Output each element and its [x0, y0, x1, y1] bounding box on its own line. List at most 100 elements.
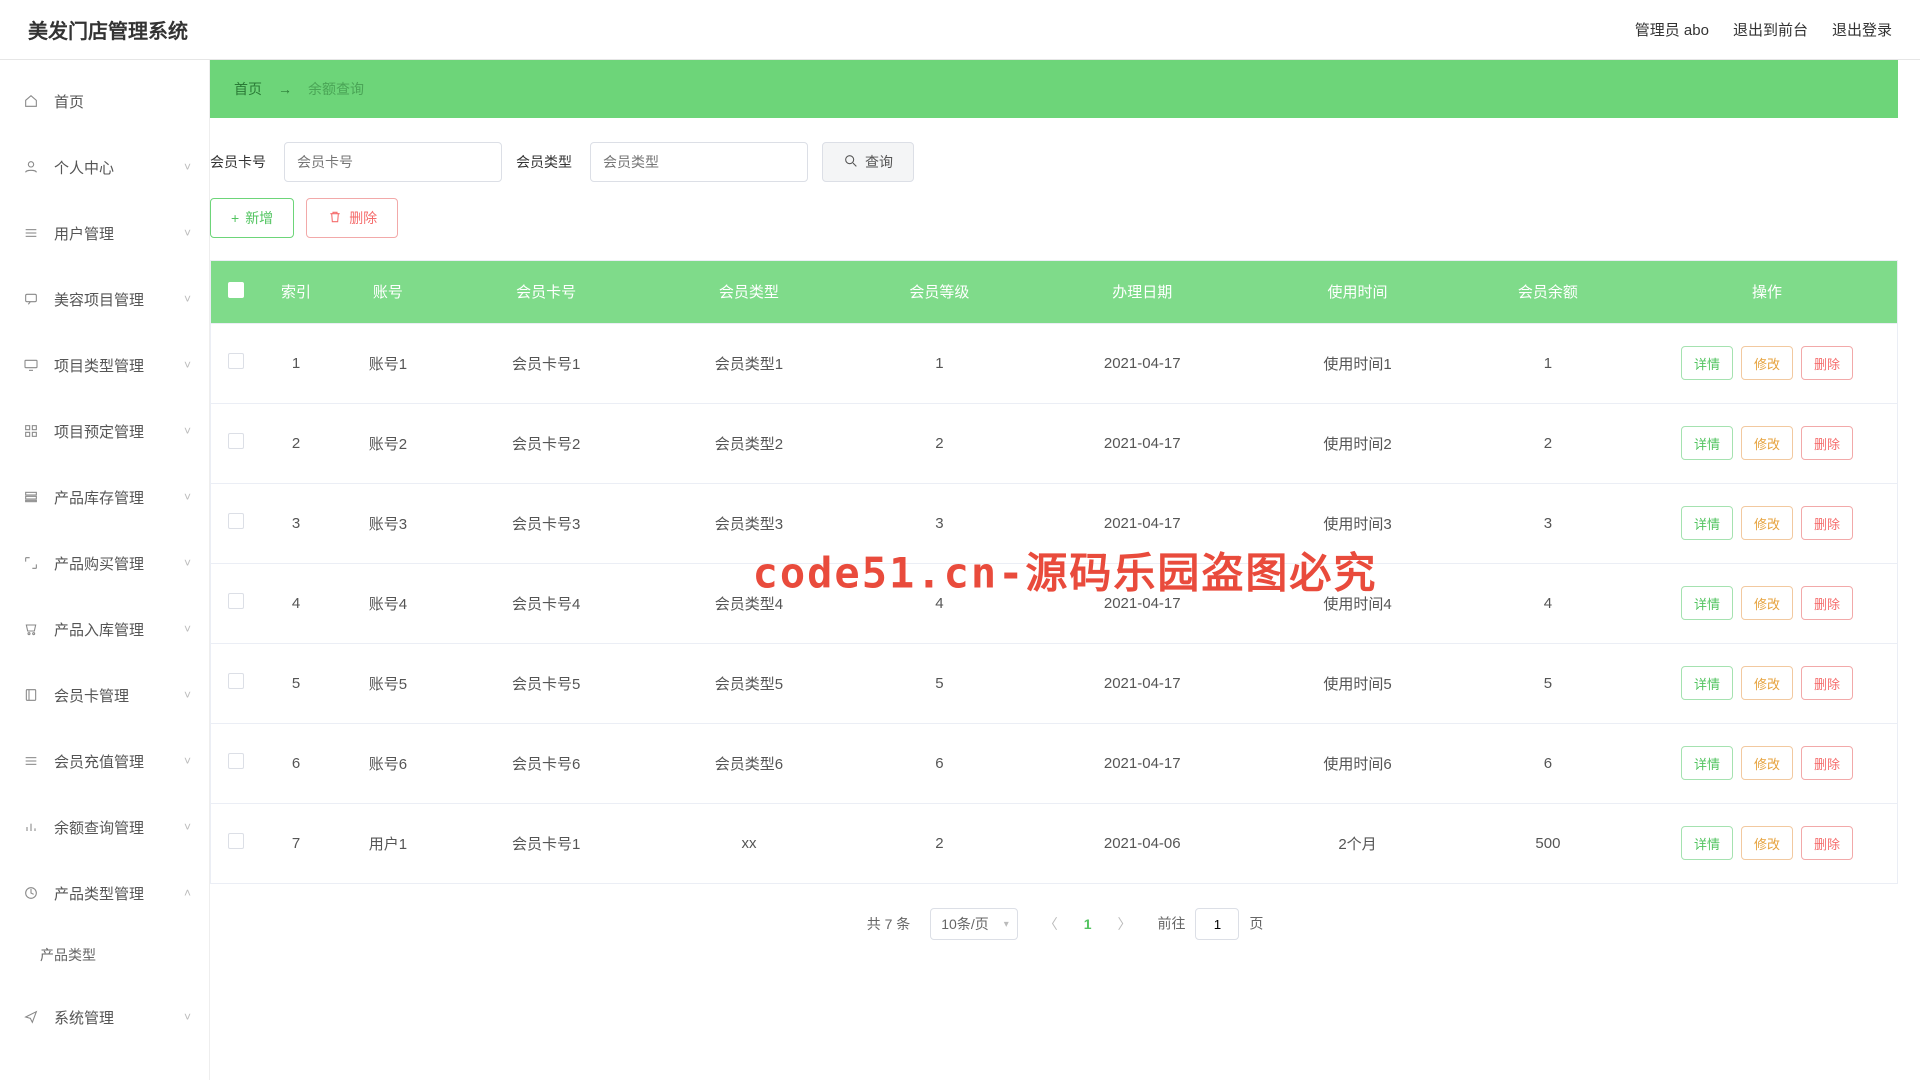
action-bar: + 新增 删除 [210, 198, 1898, 260]
row-delete-button[interactable]: 删除 [1801, 586, 1853, 620]
sidebar-item-10[interactable]: 会员充值管理˅ [0, 728, 209, 794]
chart-icon [22, 818, 40, 836]
row-checkbox[interactable] [228, 513, 244, 529]
edit-button[interactable]: 修改 [1741, 746, 1793, 780]
select-all-checkbox[interactable] [228, 282, 244, 298]
sidebar-item-4[interactable]: 项目类型管理˅ [0, 332, 209, 398]
chevron-down-icon: ˅ [184, 622, 191, 636]
detail-button[interactable]: 详情 [1681, 346, 1733, 380]
cell-date: 2021-04-17 [1028, 723, 1256, 803]
cell-time: 使用时间1 [1256, 323, 1459, 403]
search-button[interactable]: 查询 [822, 142, 914, 182]
edit-button[interactable]: 修改 [1741, 666, 1793, 700]
cell-level: 2 [850, 403, 1028, 483]
cell-date: 2021-04-06 [1028, 803, 1256, 883]
filter-card-input[interactable] [284, 142, 502, 182]
delete-button[interactable]: 删除 [306, 198, 398, 238]
col-header-0: 索引 [261, 261, 331, 323]
sidebar-item-label: 首页 [54, 91, 191, 112]
breadcrumb-home[interactable]: 首页 [234, 79, 262, 99]
sidebar-item-8[interactable]: 产品入库管理˅ [0, 596, 209, 662]
sidebar-item-label: 产品购买管理 [54, 553, 184, 574]
row-checkbox[interactable] [228, 753, 244, 769]
detail-button[interactable]: 详情 [1681, 426, 1733, 460]
sidebar-item-12[interactable]: 产品类型管理˄ [0, 860, 209, 926]
row-actions: 详情修改删除 [1637, 666, 1897, 700]
row-checkbox[interactable] [228, 673, 244, 689]
filter-type-input[interactable] [590, 142, 808, 182]
page-size-select[interactable]: 10条/页 [930, 908, 1017, 940]
exit-front-link[interactable]: 退出到前台 [1733, 19, 1808, 40]
cell-card: 会员卡号1 [445, 803, 648, 883]
chat-icon [22, 290, 40, 308]
row-delete-button[interactable]: 删除 [1801, 426, 1853, 460]
detail-button[interactable]: 详情 [1681, 506, 1733, 540]
cell-card: 会员卡号5 [445, 643, 648, 723]
edit-button[interactable]: 修改 [1741, 426, 1793, 460]
row-checkbox[interactable] [228, 353, 244, 369]
prev-page-icon[interactable]: 〈 [1038, 914, 1064, 934]
table-row: 1账号1会员卡号1会员类型112021-04-17使用时间11详情修改删除 [211, 323, 1897, 403]
admin-label[interactable]: 管理员 abo [1635, 19, 1709, 40]
cell-acct: 账号4 [331, 563, 445, 643]
cell-type: 会员类型1 [648, 323, 851, 403]
row-delete-button[interactable]: 删除 [1801, 746, 1853, 780]
filter-bar: 会员卡号 会员类型 查询 [210, 118, 1898, 198]
row-delete-button[interactable]: 删除 [1801, 826, 1853, 860]
row-delete-button[interactable]: 删除 [1801, 346, 1853, 380]
sidebar: 首页个人中心˅用户管理˅美容项目管理˅项目类型管理˅项目预定管理˅产品库存管理˅… [0, 60, 210, 1080]
row-actions: 详情修改删除 [1637, 506, 1897, 540]
pagination-total: 共 7 条 [867, 914, 911, 934]
sidebar-item-1[interactable]: 个人中心˅ [0, 134, 209, 200]
row-checkbox[interactable] [228, 833, 244, 849]
detail-button[interactable]: 详情 [1681, 666, 1733, 700]
edit-button[interactable]: 修改 [1741, 586, 1793, 620]
cell-acct: 用户1 [331, 803, 445, 883]
next-page-icon[interactable]: 〉 [1112, 914, 1138, 934]
chevron-down-icon: ˅ [184, 556, 191, 570]
sidebar-item-label: 余额查询管理 [54, 817, 184, 838]
goto-page-input[interactable] [1195, 908, 1239, 940]
sidebar-item-13[interactable]: 系统管理˅ [0, 984, 209, 1050]
sidebar-item-2[interactable]: 用户管理˅ [0, 200, 209, 266]
cell-level: 6 [850, 723, 1028, 803]
sidebar-subitem[interactable]: 产品类型 [0, 926, 209, 984]
sidebar-item-9[interactable]: 会员卡管理˅ [0, 662, 209, 728]
logout-link[interactable]: 退出登录 [1832, 19, 1892, 40]
table-body: 1账号1会员卡号1会员类型112021-04-17使用时间11详情修改删除2账号… [211, 323, 1897, 883]
detail-button[interactable]: 详情 [1681, 826, 1733, 860]
detail-button[interactable]: 详情 [1681, 746, 1733, 780]
edit-button[interactable]: 修改 [1741, 826, 1793, 860]
row-checkbox[interactable] [228, 433, 244, 449]
row-actions: 详情修改删除 [1637, 586, 1897, 620]
sidebar-item-label: 系统管理 [54, 1007, 184, 1028]
sidebar-item-0[interactable]: 首页 [0, 68, 209, 134]
row-delete-button[interactable]: 删除 [1801, 666, 1853, 700]
row-checkbox[interactable] [228, 593, 244, 609]
col-header-3: 会员类型 [648, 261, 851, 323]
cell-date: 2021-04-17 [1028, 563, 1256, 643]
book-icon [22, 686, 40, 704]
row-delete-button[interactable]: 删除 [1801, 506, 1853, 540]
edit-button[interactable]: 修改 [1741, 506, 1793, 540]
app-title: 美发门店管理系统 [28, 15, 188, 44]
sidebar-item-3[interactable]: 美容项目管理˅ [0, 266, 209, 332]
cell-time: 使用时间5 [1256, 643, 1459, 723]
current-page[interactable]: 1 [1084, 916, 1092, 932]
detail-button[interactable]: 详情 [1681, 586, 1733, 620]
sidebar-item-6[interactable]: 产品库存管理˅ [0, 464, 209, 530]
sidebar-item-5[interactable]: 项目预定管理˅ [0, 398, 209, 464]
breadcrumb-arrow-icon: → [278, 81, 292, 97]
sidebar-item-11[interactable]: 余额查询管理˅ [0, 794, 209, 860]
sidebar-item-7[interactable]: 产品购买管理˅ [0, 530, 209, 596]
row-actions: 详情修改删除 [1637, 346, 1897, 380]
chevron-down-icon: ˅ [184, 820, 191, 834]
add-button[interactable]: + 新增 [210, 198, 294, 238]
sidebar-item-label: 产品类型管理 [54, 883, 184, 904]
cell-time: 使用时间6 [1256, 723, 1459, 803]
cell-type: 会员类型6 [648, 723, 851, 803]
cell-level: 2 [850, 803, 1028, 883]
cell-time: 2个月 [1256, 803, 1459, 883]
col-header-4: 会员等级 [850, 261, 1028, 323]
edit-button[interactable]: 修改 [1741, 346, 1793, 380]
